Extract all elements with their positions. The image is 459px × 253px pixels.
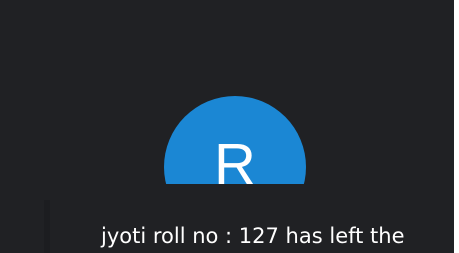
meeting-stage: R jyoti roll no : 127 has left the xyxy=(0,0,459,253)
participant-left-message: jyoti roll no : 127 has left the xyxy=(101,224,405,248)
notification-edge xyxy=(44,200,50,253)
